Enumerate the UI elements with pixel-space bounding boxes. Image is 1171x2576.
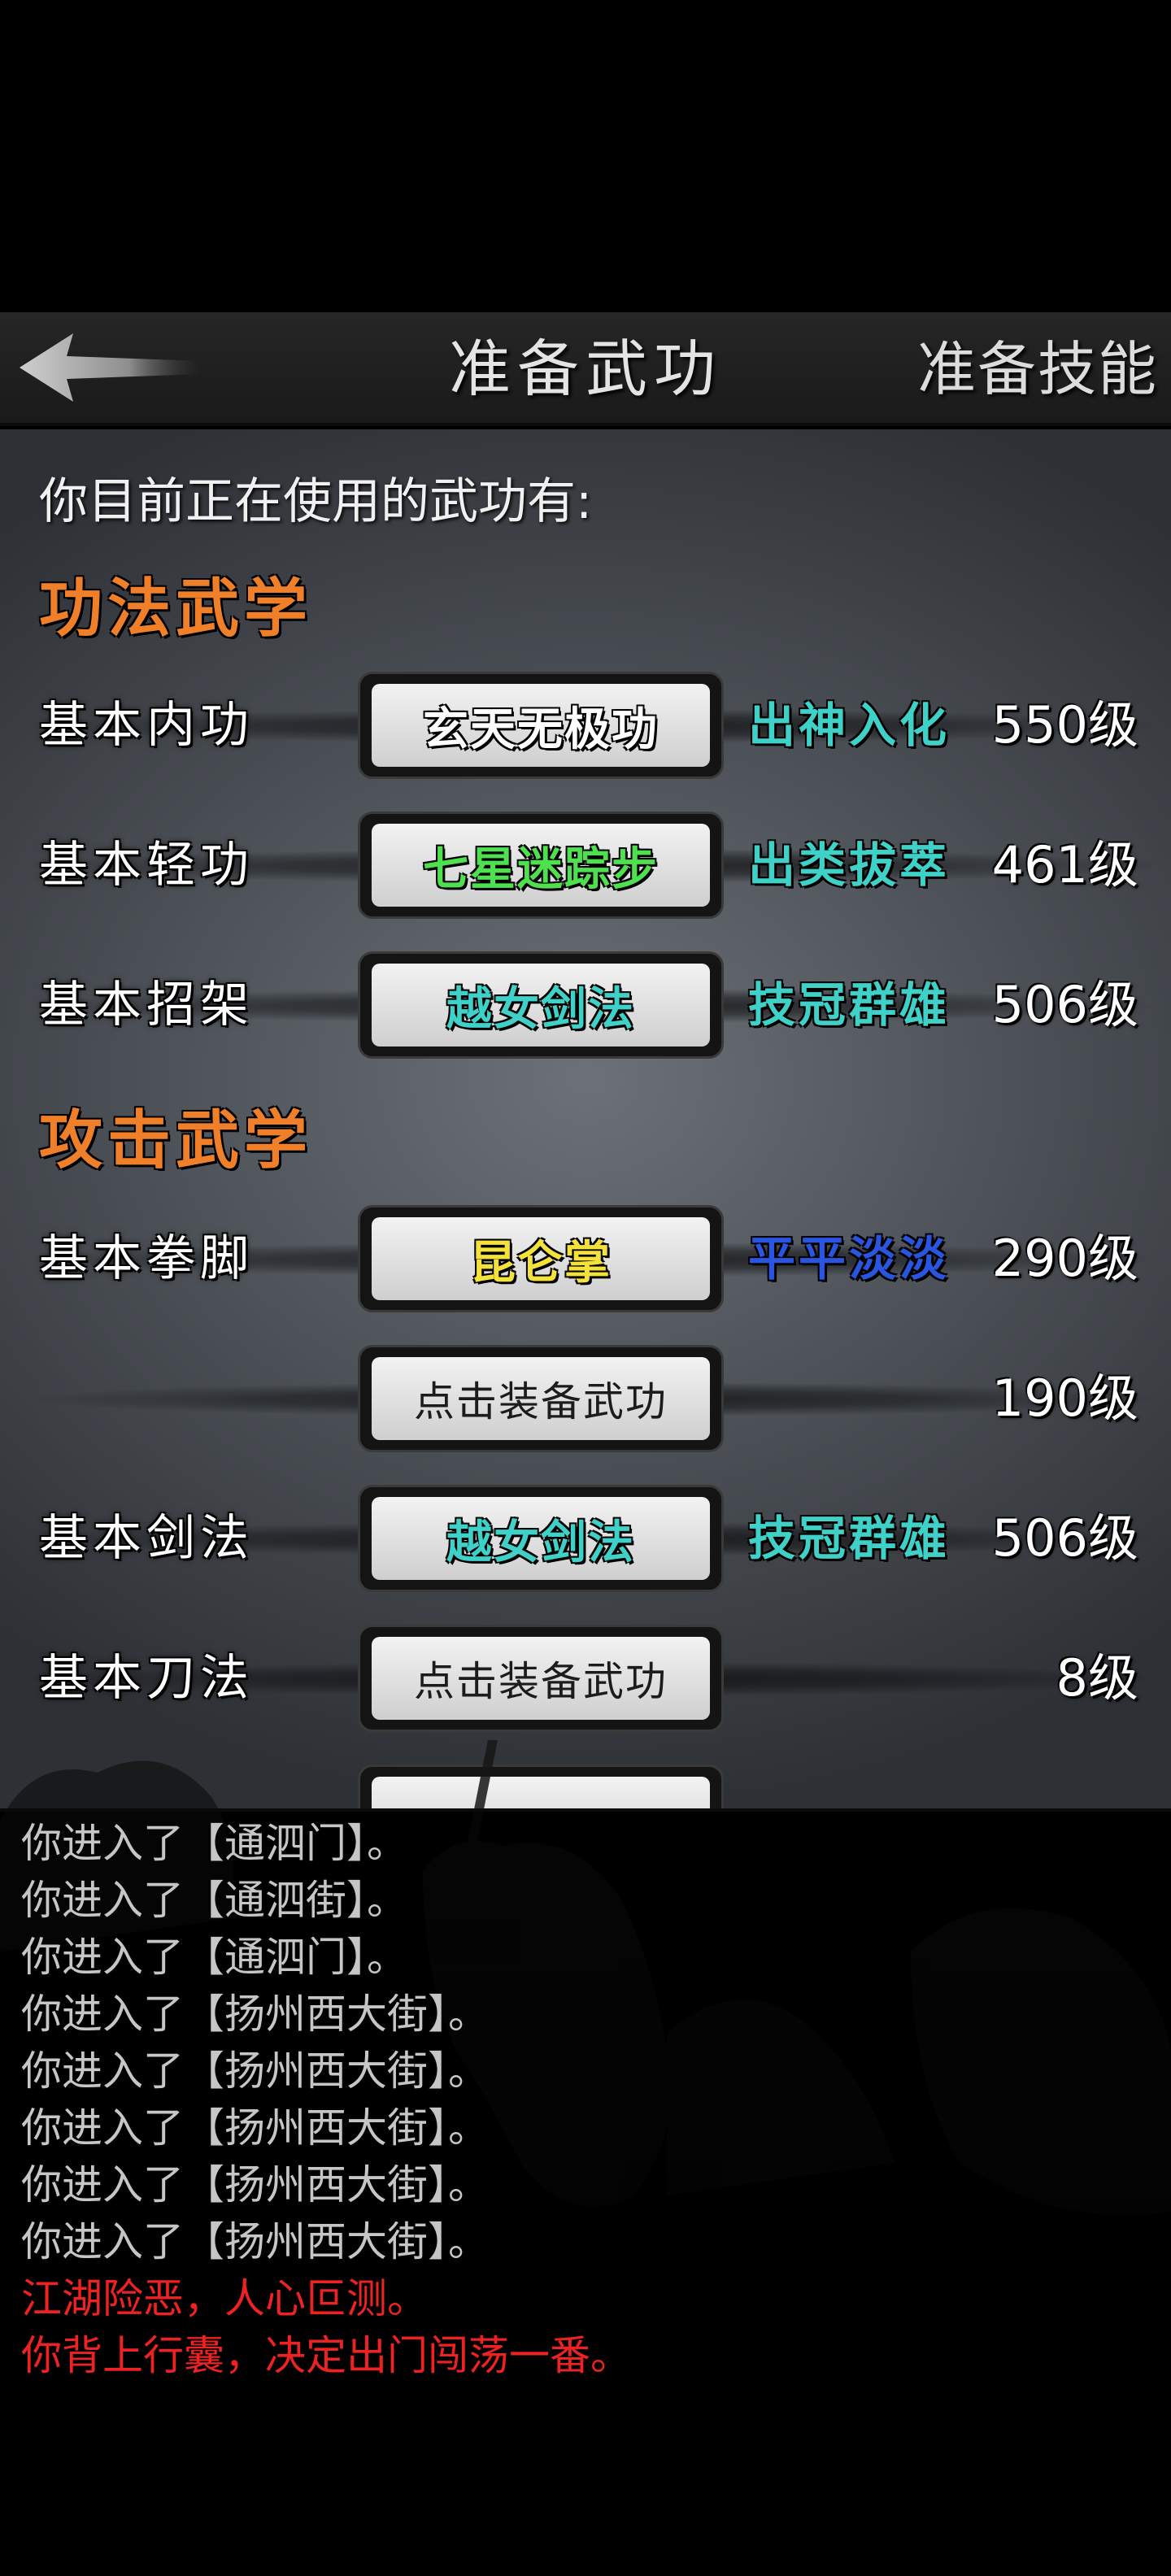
log-line-warning: 江湖险恶，人心叵测。	[21, 2275, 428, 2322]
equipped-skill-name[interactable]: 七星迷踪步	[372, 824, 710, 907]
skill-level: 550级	[991, 695, 1138, 755]
log-line-warning: 你背上行囊，决定出门闯荡一番。	[21, 2332, 631, 2379]
equipped-skill-name[interactable]: 越女剑法	[372, 964, 710, 1046]
equipped-skill-name[interactable]: 昆仑掌	[372, 1217, 710, 1300]
martial-arts-panel: 你目前正在使用的武功有: 功法武学 基本内功 玄天无极功 出神入化 550级 基…	[0, 429, 1171, 1808]
skill-label: 基本内功	[39, 697, 254, 754]
skill-row: 基本剑法 越女剑法 技冠群雄 506级	[0, 1482, 1171, 1595]
equipped-skill-name[interactable]: 越女剑法	[372, 1497, 710, 1580]
tab-prepare-skills[interactable]: 准备技能	[917, 312, 1158, 426]
log-line: 你进入了【通泗门】。	[21, 1820, 407, 1867]
skill-level: 461级	[991, 835, 1138, 894]
header-bar: 准备武功 准备技能	[0, 312, 1171, 426]
log-line: 你进入了【扬州西大街】。	[21, 2047, 489, 2095]
message-log: 你进入了【通泗门】。 你进入了【通泗街】。 你进入了【通泗门】。 你进入了【扬州…	[0, 1808, 1171, 2576]
intro-text: 你目前正在使用的武功有:	[39, 473, 593, 530]
skill-rank: 技冠群雄	[748, 1511, 951, 1566]
status-bar-area	[0, 0, 1171, 312]
equipped-skill-name[interactable]: 玄天无极功	[372, 684, 710, 767]
log-line: 你进入了【扬州西大街】。	[21, 2104, 489, 2152]
equip-button[interactable]: 昆仑掌	[358, 1205, 724, 1312]
skill-level: 190级	[991, 1368, 1138, 1428]
equip-button[interactable]: 玄天无极功	[358, 672, 724, 779]
skill-label: 基本招架	[39, 977, 254, 1033]
equip-button[interactable]: 点击装备武功	[358, 1345, 724, 1452]
skill-row: 基本拳脚 昆仑掌 平平淡淡 290级	[0, 1202, 1171, 1316]
skill-level: 290级	[991, 1229, 1138, 1288]
skill-row: 基本轻功 七星迷踪步 出类拔萃 461级	[0, 808, 1171, 922]
skill-label: 基本剑法	[39, 1510, 254, 1567]
skill-rank: 技冠群雄	[748, 977, 951, 1033]
skill-label: 基本拳脚	[39, 1230, 254, 1287]
equip-prompt[interactable]: 点击装备武功	[372, 1357, 710, 1440]
log-line: 你进入了【通泗门】。	[21, 1934, 407, 1981]
skill-row: 点击装备武功 190级	[0, 1342, 1171, 1456]
skill-rank: 平平淡淡	[748, 1231, 951, 1286]
skill-rank: 出神入化	[748, 698, 951, 753]
log-line: 你进入了【通泗街】。	[21, 1877, 407, 1924]
log-line: 你进入了【扬州西大街】。	[21, 2161, 489, 2208]
equip-button[interactable]: 七星迷踪步	[358, 812, 724, 919]
equip-button[interactable]: 越女剑法	[358, 951, 724, 1059]
log-line: 你进入了【扬州西大街】。	[21, 2218, 489, 2265]
skill-level: 506级	[991, 975, 1138, 1034]
section-title-gongji: 攻击武学	[39, 1103, 313, 1177]
log-line: 你进入了【扬州西大街】。	[21, 1991, 489, 2038]
skill-level: 506级	[991, 1508, 1138, 1568]
section-title-gongfa: 功法武学	[39, 572, 313, 646]
equip-button[interactable]: 越女剑法	[358, 1485, 724, 1592]
skill-label: 基本轻功	[39, 837, 254, 894]
skill-rank: 出类拔萃	[748, 838, 951, 893]
skill-row: 基本招架 越女剑法 技冠群雄 506级	[0, 948, 1171, 1062]
skill-row: 基本内功 玄天无极功 出神入化 550级	[0, 668, 1171, 782]
